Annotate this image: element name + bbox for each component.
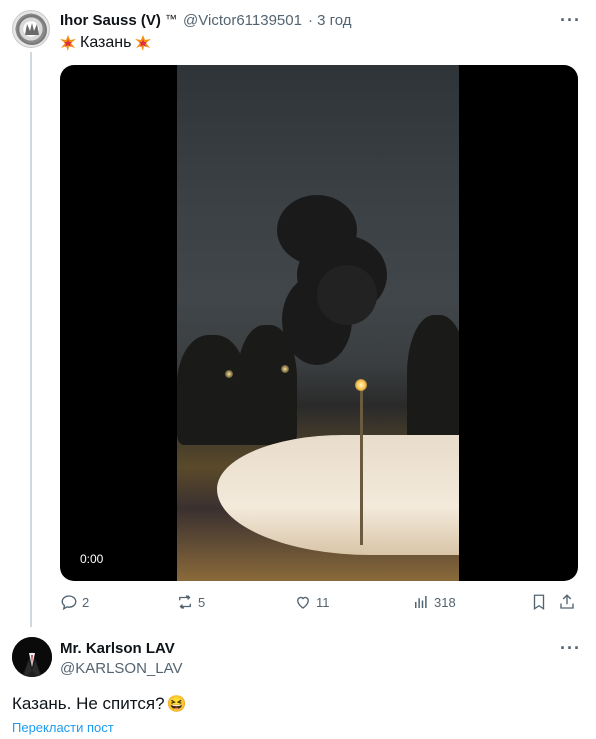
reply-text: Казань. Не спится? 😆 <box>12 694 186 714</box>
tweet-time[interactable]: · 3 год <box>308 12 352 29</box>
bookmark-button[interactable] <box>530 593 548 611</box>
reply-author-handle[interactable]: @KARLSON_LAV <box>60 660 183 677</box>
bookmark-icon <box>533 594 545 611</box>
tweet-text-body: Казань <box>80 34 132 51</box>
reply-button[interactable]: 2 <box>60 593 89 611</box>
video-timestamp: 0:00 <box>80 552 104 566</box>
retweet-icon <box>179 595 191 609</box>
street-lamp-light <box>355 379 367 391</box>
video-player[interactable]: 0:00 <box>60 65 578 581</box>
suit-avatar-icon <box>12 637 52 677</box>
like-count: 11 <box>316 594 330 610</box>
share-icon <box>560 594 574 609</box>
collision-emoji-icon <box>135 35 152 51</box>
retweet-button[interactable]: 5 <box>176 593 205 611</box>
views-button[interactable]: 318 <box>412 593 456 611</box>
thread-line <box>30 52 32 627</box>
reply-text-body: Казань. Не спится? <box>12 694 165 713</box>
video-frame <box>177 65 459 581</box>
heart-icon <box>297 596 309 609</box>
retweet-count: 5 <box>198 594 206 610</box>
author-avatar[interactable] <box>12 10 50 48</box>
reply-count: 2 <box>82 594 90 610</box>
collision-emoji-icon <box>60 35 76 51</box>
snow-ground <box>217 435 459 555</box>
views-icon <box>415 596 427 608</box>
tweet-actions: 2 5 11 318 <box>60 593 578 617</box>
reply-more-options-button[interactable]: ··· <box>560 638 581 659</box>
street-lamp-pole <box>360 385 363 545</box>
author-name[interactable]: Ihor Sauss (V) ™ <box>60 12 177 29</box>
reply-author-name[interactable]: Mr. Karlson LAV <box>60 640 175 657</box>
more-options-button[interactable]: ··· <box>560 10 581 31</box>
translate-post-link[interactable]: Перекласти пост <box>12 720 114 735</box>
like-button[interactable]: 11 <box>294 593 330 611</box>
views-count: 318 <box>434 594 456 610</box>
tweet-header: Ihor Sauss (V) ™ @Victor61139501 · 3 год <box>60 12 352 29</box>
share-button[interactable] <box>558 593 576 611</box>
laughing-emoji-icon: 😆 <box>166 696 187 713</box>
author-handle[interactable]: @Victor61139501 <box>183 12 302 29</box>
comment-icon <box>61 595 77 611</box>
reply-author-avatar[interactable] <box>12 637 52 677</box>
avatar-emblem-icon <box>17 15 47 45</box>
tweet-text: Казань <box>60 34 152 52</box>
